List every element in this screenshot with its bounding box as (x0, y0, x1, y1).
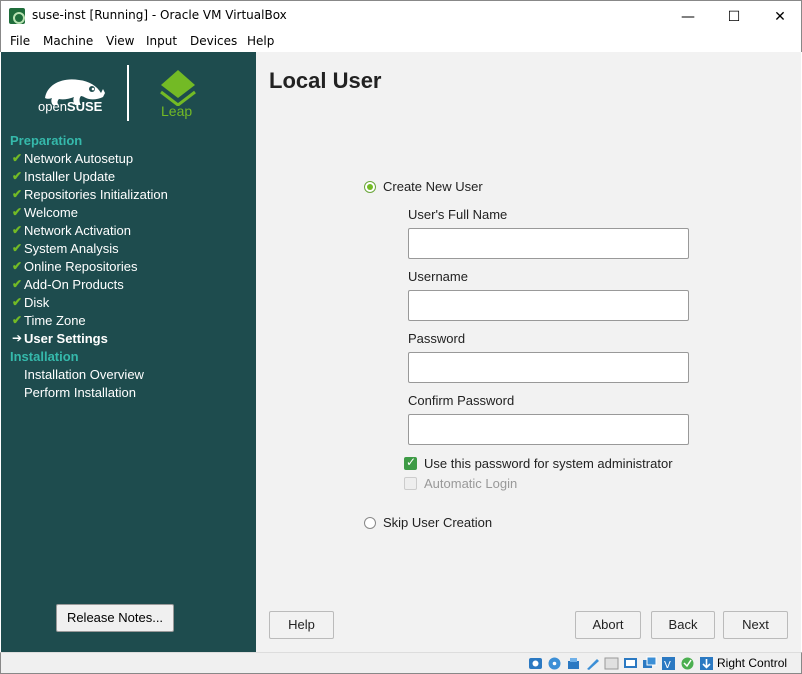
step-user-settings: ➔ User Settings (10, 331, 250, 349)
logo-area: openSUSE Leap (1, 52, 256, 132)
step-label: Online Repositories (24, 259, 138, 274)
logo-divider (127, 65, 129, 121)
step-installation-overview: Installation Overview (10, 367, 250, 385)
menu-devices[interactable]: Devices (190, 34, 237, 48)
checkmark-icon: ✔ (12, 313, 23, 327)
automatic-login-checkbox[interactable] (404, 477, 417, 490)
step-perform-installation: Perform Installation (10, 385, 250, 403)
menu-machine[interactable]: Machine (43, 34, 93, 48)
menu-bar: File Machine View Input Devices Help (0, 31, 802, 52)
maximize-button[interactable]: ☐ (711, 1, 757, 32)
step-welcome: ✔ Welcome (10, 205, 250, 223)
hard-disk-icon[interactable] (528, 656, 543, 671)
checkmark-icon: ✔ (12, 151, 23, 165)
leap-logo (160, 70, 196, 106)
minimize-button[interactable]: — (665, 1, 711, 32)
installer-sidebar: openSUSE Leap Preparation ✔ Network Auto… (1, 52, 256, 652)
menu-view[interactable]: View (106, 34, 134, 48)
close-icon: ✕ (774, 8, 786, 25)
checkmark-icon: ✔ (12, 169, 23, 183)
skip-user-label[interactable]: Skip User Creation (383, 515, 492, 530)
host-key-label: Right Control (717, 656, 788, 670)
usb-icon[interactable] (604, 656, 619, 671)
step-label: User Settings (24, 331, 108, 346)
full-name-label: User's Full Name (408, 207, 508, 222)
minimize-icon: — (681, 8, 695, 25)
use-for-admin-label[interactable]: Use this password for system administrat… (424, 456, 673, 471)
step-online-repositories: ✔ Online Repositories (10, 259, 250, 277)
checkmark-icon: ✔ (12, 259, 23, 273)
help-button[interactable]: Help (269, 611, 334, 639)
password-label: Password (408, 331, 466, 346)
brand-open-text: open (38, 99, 67, 114)
arrow-right-icon: ➔ (12, 331, 23, 345)
maximize-icon: ☐ (727, 8, 741, 25)
keyboard-icon[interactable] (699, 656, 714, 671)
username-input[interactable] (408, 290, 689, 321)
step-label: Installation Overview (24, 367, 144, 382)
audio-icon[interactable] (566, 656, 581, 671)
step-label: Disk (24, 295, 50, 310)
confirm-password-input[interactable] (408, 414, 689, 445)
full-name-input[interactable] (408, 228, 689, 259)
optical-drive-icon[interactable] (547, 656, 562, 671)
section-installation: Installation (10, 349, 79, 364)
automatic-login-label: Automatic Login (424, 476, 518, 491)
step-installer-update: ✔ Installer Update (10, 169, 250, 187)
checkmark-icon: ✔ (12, 241, 23, 255)
checkmark-icon: ✔ (12, 295, 23, 309)
step-label: Time Zone (24, 313, 86, 328)
username-label: Username (408, 269, 468, 284)
close-button[interactable]: ✕ (757, 1, 802, 32)
window-titlebar[interactable]: suse-inst [Running] - Oracle VM VirtualB… (0, 0, 802, 31)
menu-file[interactable]: File (10, 34, 30, 48)
shared-folders-icon[interactable] (623, 656, 638, 671)
video-capture-icon[interactable]: V (661, 656, 676, 671)
step-label: Network Autosetup (24, 151, 134, 166)
confirm-password-label: Confirm Password (408, 393, 515, 408)
brand-suse-text: SUSE (66, 99, 103, 114)
step-disk: ✔ Disk (10, 295, 250, 313)
checkmark-icon: ✔ (12, 187, 23, 201)
page-title: Local User (269, 68, 382, 93)
step-repositories-initialization: ✔ Repositories Initialization (10, 187, 250, 205)
status-bar: V Right Control (0, 652, 802, 674)
virtualbox-app-icon (9, 8, 25, 24)
step-time-zone: ✔ Time Zone (10, 313, 250, 331)
opensuse-wordmark: openSUSE (38, 99, 102, 114)
use-for-admin-checkbox[interactable] (404, 455, 417, 470)
step-label: Perform Installation (24, 385, 136, 400)
step-add-on-products: ✔ Add-On Products (10, 277, 250, 295)
create-user-radio[interactable] (364, 181, 376, 193)
next-button[interactable]: Next (723, 611, 788, 639)
step-network-autosetup: ✔ Network Autosetup (10, 151, 250, 169)
back-button[interactable]: Back (651, 611, 715, 639)
step-label: Welcome (24, 205, 78, 220)
create-user-label[interactable]: Create New User (383, 179, 483, 194)
menu-input[interactable]: Input (146, 34, 177, 48)
checkmark-icon: ✔ (12, 223, 23, 237)
section-preparation: Preparation (10, 133, 83, 148)
step-label: System Analysis (24, 241, 119, 256)
release-notes-button[interactable]: Release Notes... (56, 604, 174, 632)
guest-display[interactable]: openSUSE Leap Preparation ✔ Network Auto… (1, 52, 801, 652)
skip-user-radio[interactable] (364, 517, 376, 529)
step-label: Repositories Initialization (24, 187, 168, 202)
menu-help[interactable]: Help (247, 34, 274, 48)
step-label: Network Activation (24, 223, 131, 238)
recording-icon[interactable] (680, 656, 695, 671)
abort-button[interactable]: Abort (575, 611, 641, 639)
network-icon[interactable] (585, 656, 600, 671)
leap-label: Leap (161, 103, 193, 119)
checkmark-icon: ✔ (12, 277, 23, 291)
step-system-analysis: ✔ System Analysis (10, 241, 250, 259)
display-icon[interactable] (642, 656, 657, 671)
step-label: Add-On Products (24, 277, 124, 292)
step-network-activation: ✔ Network Activation (10, 223, 250, 241)
svg-text:V: V (664, 660, 671, 671)
password-input[interactable] (408, 352, 689, 383)
window-title: suse-inst [Running] - Oracle VM VirtualB… (32, 8, 287, 22)
checkmark-icon: ✔ (12, 205, 23, 219)
step-label: Installer Update (24, 169, 116, 184)
